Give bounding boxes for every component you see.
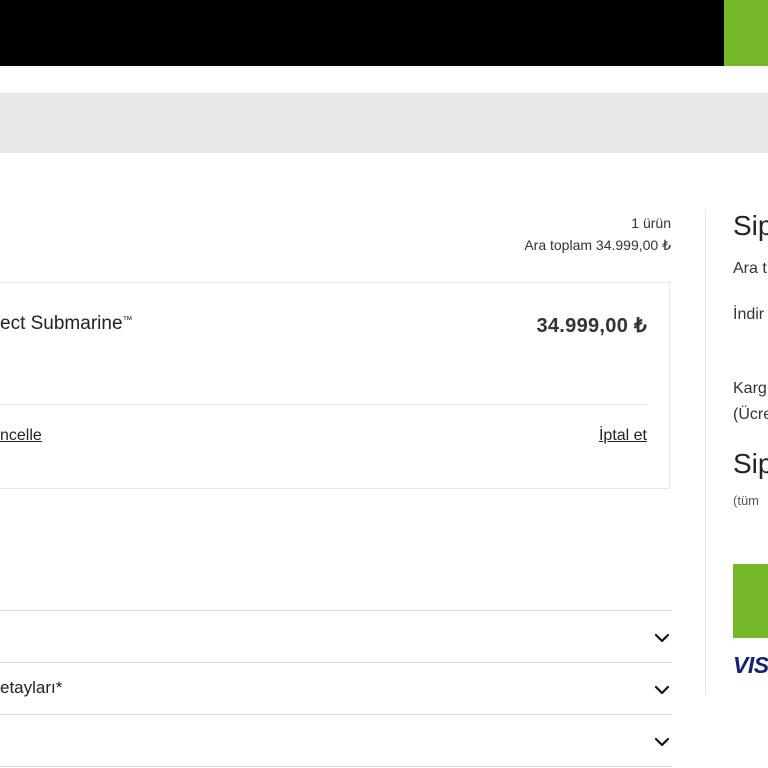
accordion-label[interactable]: etayları* [0,678,62,698]
top-header-bar [0,0,768,66]
item-divider [0,404,647,405]
product-price: 34.999,00 ₺ [536,315,647,337]
summary-shipping-label: Karg [733,380,767,397]
summary-shipping-note: (Ücre [733,406,768,423]
cancel-link[interactable]: İptal et [599,427,647,445]
chevron-down-icon[interactable] [654,632,670,644]
header-action-button[interactable] [724,0,768,66]
summary-subtotal-label: Ara t [733,260,767,277]
accordion-divider [0,714,672,715]
summary-discount-label: İndir [733,306,765,323]
summary-title: Sip [733,210,768,241]
item-count: 1 ürün [631,215,671,231]
visa-logo: VIS [733,652,768,678]
cart-meta: 1 ürün Ara toplam 34.999,00 ₺ [524,212,671,256]
accordion-divider [0,610,672,611]
accordion-divider [0,766,672,767]
update-link[interactable]: ncelle [0,427,42,445]
chevron-down-icon[interactable] [654,736,670,748]
product-name: ect Submarine™ [0,313,133,335]
cart-subtotal: Ara toplam 34.999,00 ₺ [524,237,671,253]
chevron-down-icon[interactable] [654,684,670,696]
breadcrumb-bar [0,93,768,153]
product-name-text: ect Submarine [0,313,123,334]
summary-divider [705,210,706,695]
checkout-button[interactable] [733,564,768,638]
summary-tax-note: (tüm [733,493,759,508]
summary-total-label: Sip [733,448,768,479]
trademark-symbol: ™ [122,315,133,326]
accordion-divider [0,662,672,663]
